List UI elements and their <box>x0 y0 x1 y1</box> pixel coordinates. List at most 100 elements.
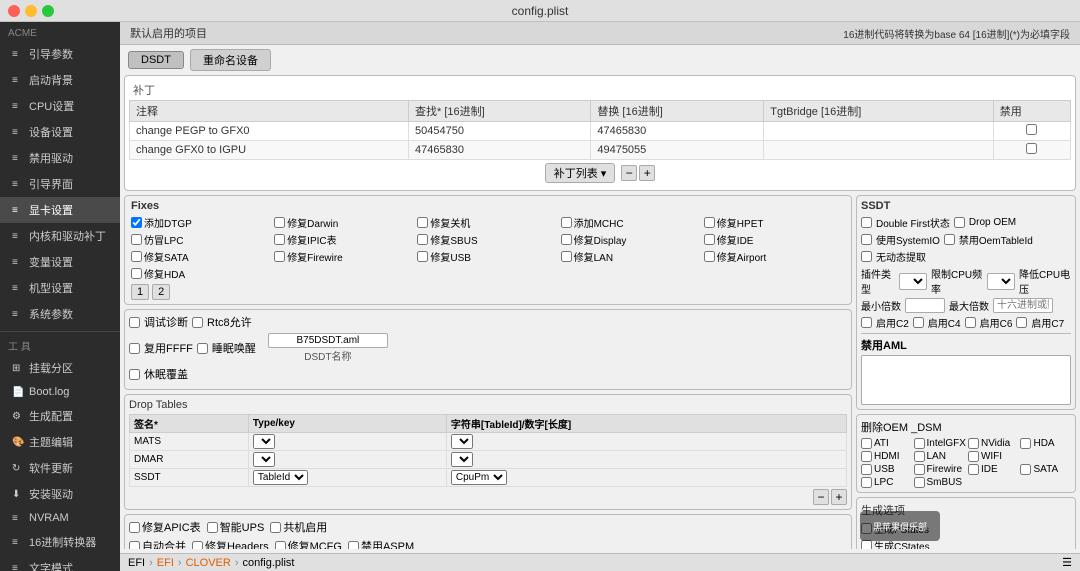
sidebar-item-bootlog[interactable]: 📄 Boot.log <box>0 381 120 403</box>
patch-minus-btn[interactable]: − <box>621 165 637 181</box>
dsdt-name-input[interactable] <box>268 333 388 348</box>
oem-nvidia-cb[interactable] <box>968 438 979 449</box>
sidebar-item-disable-driver[interactable]: ≡ 禁用驱动 <box>0 145 120 171</box>
fix-checkbox-9[interactable] <box>704 234 715 245</box>
drop-type-select-2[interactable]: TableId <box>253 470 308 485</box>
debug-diag-checkbox[interactable] <box>129 317 140 328</box>
drop-val-select-0[interactable] <box>451 434 473 449</box>
no-auto-checkbox[interactable] <box>861 251 872 262</box>
patch-row-1-checkbox[interactable] <box>1026 143 1037 154</box>
enable-c2-checkbox[interactable] <box>861 317 872 328</box>
sidebar-item-theme-edit[interactable]: 🎨 主题编辑 <box>0 429 120 455</box>
fix-checkbox-1[interactable] <box>274 217 285 228</box>
smart-ups-checkbox[interactable] <box>207 522 218 533</box>
rtc8-checkbox[interactable] <box>192 317 203 328</box>
fix-checkbox-11[interactable] <box>274 251 285 262</box>
patch-list-button[interactable]: 补丁列表 ▾ <box>545 163 616 183</box>
sidebar-item-nvram[interactable]: ≡ NVRAM <box>0 507 120 529</box>
sidebar-item-cpu[interactable]: ≡ CPU设置 <box>0 93 120 119</box>
breadcrumb-sep2: › <box>178 557 182 569</box>
drop-type-select-1[interactable] <box>253 452 275 467</box>
fix-checkbox-12[interactable] <box>417 251 428 262</box>
fix-checkbox-6[interactable] <box>274 234 285 245</box>
fix-checkbox-10[interactable] <box>131 251 142 262</box>
plugin-type-select[interactable] <box>899 273 927 290</box>
oem-sata-cb[interactable] <box>1020 464 1031 475</box>
tab-dsdt[interactable]: DSDT <box>128 51 184 69</box>
drop-oem-checkbox[interactable] <box>954 217 965 228</box>
tab-rename[interactable]: 重命名设备 <box>190 49 271 71</box>
oem-smbus-cb[interactable] <box>914 477 925 488</box>
num-btn-1[interactable]: 1 <box>131 284 149 300</box>
sidebar-item-vars[interactable]: ≡ 变量设置 <box>0 249 120 275</box>
oem-hdmi-cb[interactable] <box>861 451 872 462</box>
num-btn-2[interactable]: 2 <box>152 284 170 300</box>
fix-checkbox-15[interactable] <box>131 268 142 279</box>
fix-checkbox-5[interactable] <box>131 234 142 245</box>
fix-headers-checkbox[interactable] <box>192 541 203 550</box>
sleep-cover-checkbox[interactable] <box>129 369 140 380</box>
sidebar-item-gen-config[interactable]: ⚙ 生成配置 <box>0 403 120 429</box>
sidebar-item-devices[interactable]: ≡ 设备设置 <box>0 119 120 145</box>
disable-ffff-checkbox[interactable] <box>129 343 140 354</box>
sidebar-item-text-mode[interactable]: ≡ 文字模式 <box>0 555 120 571</box>
sidebar-item-kernel[interactable]: ≡ 内核和驱动补丁 <box>0 223 120 249</box>
sleep-wake-checkbox[interactable] <box>197 343 208 354</box>
minimize-button[interactable] <box>25 5 37 17</box>
fix-checkbox-4[interactable] <box>704 217 715 228</box>
enable-start-checkbox[interactable] <box>270 522 281 533</box>
limit-cpu-select[interactable] <box>987 273 1015 290</box>
sidebar-item-boot-bg[interactable]: ≡ 启动背景 <box>0 67 120 93</box>
fix-checkbox-13[interactable] <box>561 251 572 262</box>
oem-intelgfx: IntelGFX <box>914 438 966 449</box>
oem-wifi-cb[interactable] <box>968 451 979 462</box>
disable-aspm-checkbox[interactable] <box>348 541 359 550</box>
oem-ati-cb[interactable] <box>861 438 872 449</box>
fix-mcfg-checkbox[interactable] <box>275 541 286 550</box>
drop-val-select-2[interactable]: CpuPm <box>451 470 507 485</box>
disable-oem-checkbox[interactable] <box>944 234 955 245</box>
auto-merge-checkbox[interactable] <box>129 541 140 550</box>
oem-usb-cb[interactable] <box>861 464 872 475</box>
use-system-io-label: 使用SystemIO <box>876 232 940 247</box>
sidebar-item-mount[interactable]: ⊞ 挂载分区 <box>0 355 120 381</box>
oem-lpc-cb[interactable] <box>861 477 872 488</box>
enable-c7-checkbox[interactable] <box>1016 317 1027 328</box>
drop-plus-btn[interactable]: + <box>831 489 847 505</box>
sidebar-item-update[interactable]: ↻ 软件更新 <box>0 455 120 481</box>
sidebar-item-gpu[interactable]: ≡ 显卡设置 <box>0 197 120 223</box>
patch-plus-btn[interactable]: + <box>639 165 655 181</box>
fix-checkbox-7[interactable] <box>417 234 428 245</box>
sidebar-item-hex-converter[interactable]: ≡ 16进制转换器 <box>0 529 120 555</box>
max-mult-input[interactable] <box>993 298 1053 313</box>
close-button[interactable] <box>8 5 20 17</box>
oem-hda-cb[interactable] <box>1020 438 1031 449</box>
fix-checkbox-3[interactable] <box>561 217 572 228</box>
fix-checkbox-8[interactable] <box>561 234 572 245</box>
oem-firewire-cb[interactable] <box>914 464 925 475</box>
double-first-checkbox[interactable] <box>861 217 872 228</box>
sidebar-item-install-driver[interactable]: ⬇ 安装驱动 <box>0 481 120 507</box>
sidebar-item-boot-ui[interactable]: ≡ 引导界面 <box>0 171 120 197</box>
oem-lan-cb[interactable] <box>914 451 925 462</box>
drop-type-select-0[interactable] <box>253 434 275 449</box>
drop-val-select-1[interactable] <box>451 452 473 467</box>
min-mult-input[interactable] <box>905 298 945 313</box>
fix-apic-checkbox[interactable] <box>129 522 140 533</box>
oem-intelgfx-cb[interactable] <box>914 438 925 449</box>
drop-minus-btn[interactable]: − <box>813 489 829 505</box>
maximize-button[interactable] <box>42 5 54 17</box>
enable-c6-checkbox[interactable] <box>965 317 976 328</box>
sidebar-item-boot-params[interactable]: ≡ 引导参数 <box>0 41 120 67</box>
oem-ide-cb[interactable] <box>968 464 979 475</box>
use-system-io-checkbox[interactable] <box>861 234 872 245</box>
fix-checkbox-2[interactable] <box>417 217 428 228</box>
enable-c4-checkbox[interactable] <box>913 317 924 328</box>
fix-checkbox-0[interactable] <box>131 217 142 228</box>
patch-row-0-checkbox[interactable] <box>1026 124 1037 135</box>
fix-checkbox-14[interactable] <box>704 251 715 262</box>
gen-cb-1[interactable] <box>861 540 872 549</box>
sidebar-item-sys-params[interactable]: ≡ 系统参数 <box>0 301 120 327</box>
sidebar-item-label: 设备设置 <box>29 124 73 140</box>
sidebar-item-machine[interactable]: ≡ 机型设置 <box>0 275 120 301</box>
